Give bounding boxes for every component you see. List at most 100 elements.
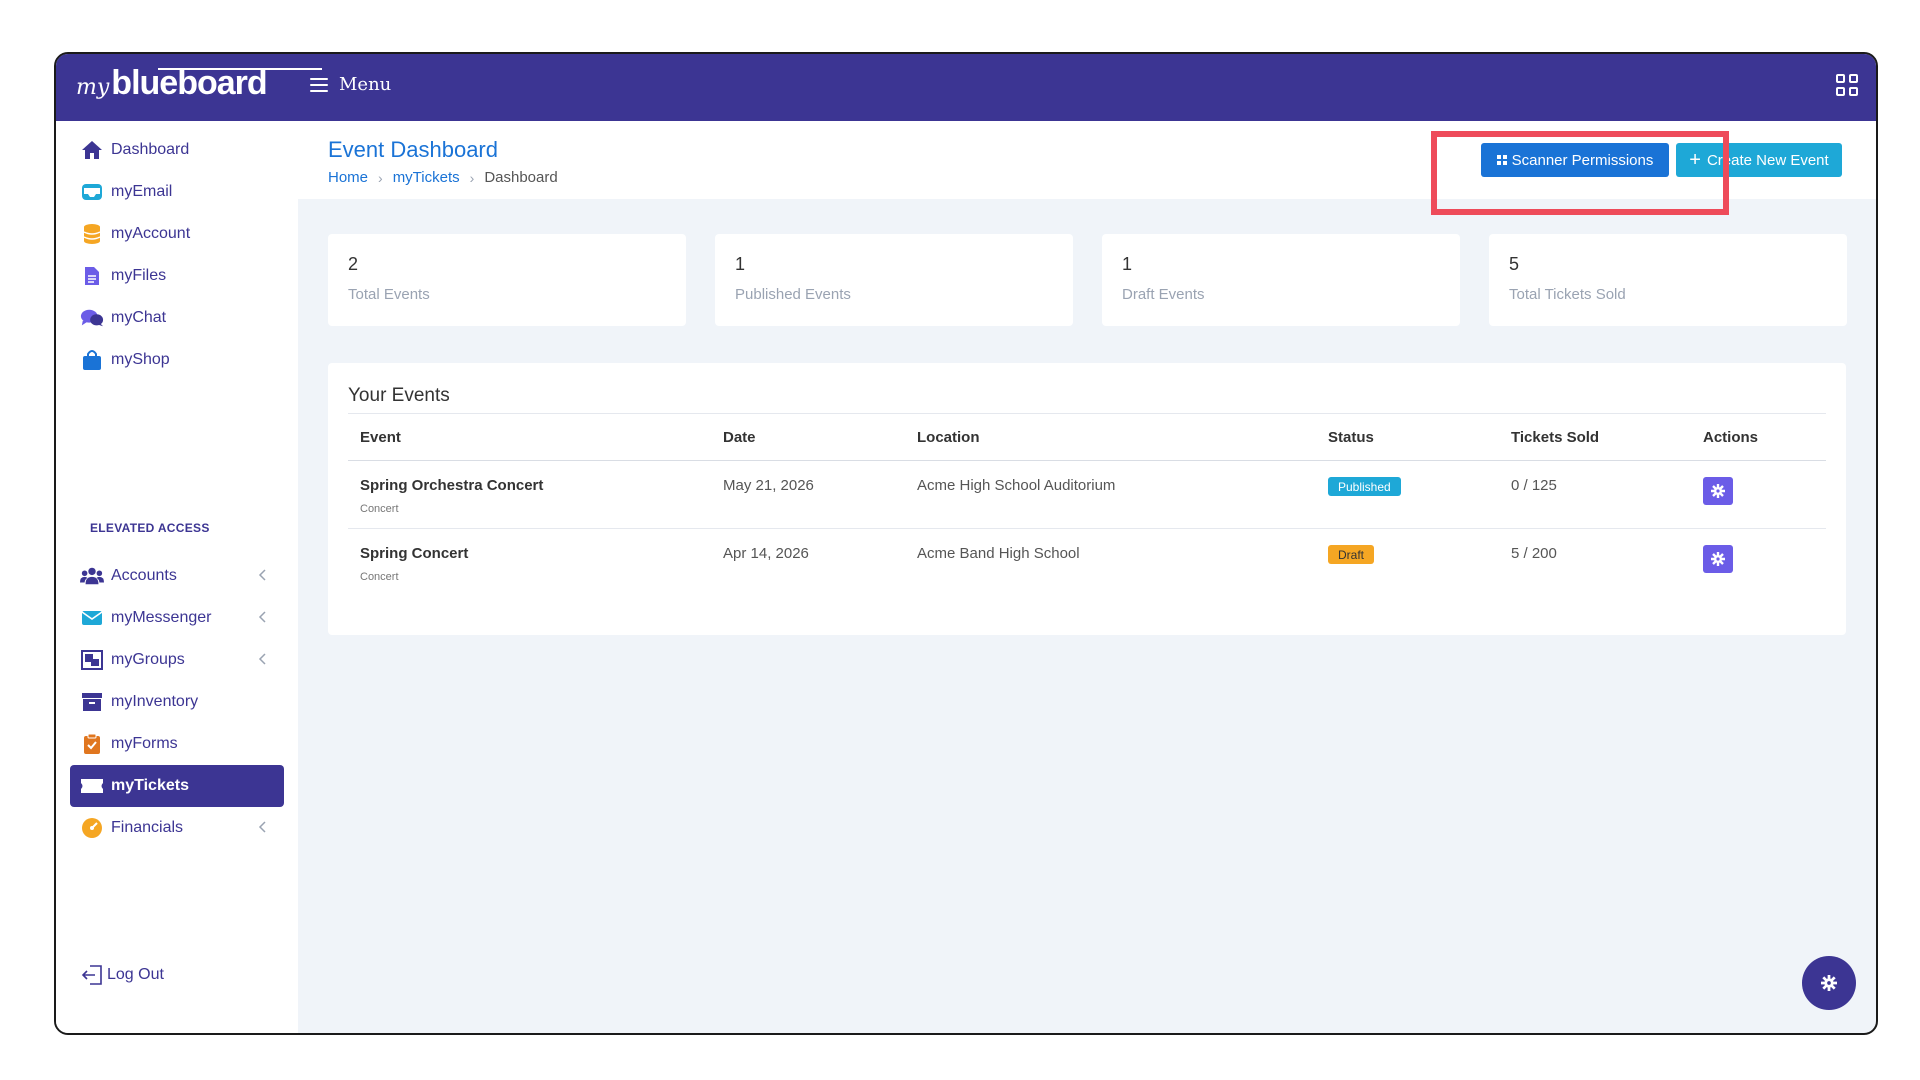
- event-category: Concert: [360, 503, 399, 515]
- chevron-left-icon: [258, 653, 266, 665]
- sidebar-item-label: Financials: [111, 819, 184, 836]
- plus-icon: +: [1689, 149, 1701, 171]
- column-header-actions: Actions: [1703, 429, 1759, 446]
- database-icon: [80, 222, 104, 246]
- event-settings-button[interactable]: [1703, 477, 1733, 505]
- sidebar-item-label: myInventory: [111, 693, 199, 710]
- sidebar-item-dashboard[interactable]: Dashboard: [70, 129, 284, 171]
- tickets-sold: 0 / 125: [1511, 477, 1557, 494]
- sidebar-item-label: Dashboard: [111, 141, 190, 158]
- sidebar-item-accounts[interactable]: Accounts: [70, 555, 284, 597]
- sidebar-item-label: myTickets: [111, 777, 189, 794]
- envelope-icon: [80, 606, 104, 630]
- event-name[interactable]: Spring Concert: [360, 545, 468, 562]
- sidebar-item-myforms[interactable]: myForms: [70, 723, 284, 765]
- table-row: Spring Concert Concert Apr 14, 2026 Acme…: [348, 529, 1826, 597]
- menu-label: Menu: [339, 74, 392, 95]
- breadcrumb-mytickets[interactable]: myTickets: [393, 169, 460, 186]
- stat-card-total-events: 2 Total Events: [328, 234, 686, 326]
- breadcrumb-home[interactable]: Home: [328, 169, 368, 186]
- sidebar-item-label: myChat: [111, 309, 167, 326]
- stat-value: 5: [1509, 254, 1520, 274]
- breadcrumb: Home › myTickets › Dashboard: [328, 169, 558, 186]
- gauge-icon: [80, 816, 104, 840]
- sidebar-item-label: myForms: [111, 735, 178, 752]
- breadcrumb-current: Dashboard: [484, 169, 558, 186]
- archive-icon: [80, 690, 104, 714]
- status-badge: Draft: [1328, 545, 1375, 564]
- sidebar-item-myshop[interactable]: myShop: [70, 339, 284, 381]
- page-title: Event Dashboard: [328, 137, 498, 162]
- sidebar-item-myfiles[interactable]: myFiles: [70, 255, 284, 297]
- scanner-permissions-label: Scanner Permissions: [1511, 151, 1654, 169]
- table-row: Spring Orchestra Concert Concert May 21,…: [348, 461, 1826, 529]
- sidebar-item-label: myFiles: [111, 267, 167, 284]
- floating-settings-button[interactable]: [1802, 956, 1856, 1010]
- event-name[interactable]: Spring Orchestra Concert: [360, 477, 543, 494]
- gear-icon: [1821, 975, 1837, 991]
- clipboard-check-icon: [80, 732, 104, 756]
- event-location: Acme High School Auditorium: [917, 477, 1116, 494]
- chevron-left-icon: [258, 569, 266, 581]
- apps-grid-icon[interactable]: [1836, 74, 1858, 96]
- sidebar-item-mychat[interactable]: myChat: [70, 297, 284, 339]
- sidebar-item-myinventory[interactable]: myInventory: [70, 681, 284, 723]
- event-location: Acme Band High School: [917, 545, 1080, 562]
- create-new-event-button[interactable]: + Create New Event: [1676, 143, 1842, 177]
- stat-value: 2: [348, 254, 359, 274]
- events-title: Your Events: [348, 385, 450, 406]
- top-bar: my blueboard Menu: [56, 54, 1876, 121]
- gear-icon: [1711, 484, 1725, 498]
- stat-label: Total Events: [348, 286, 430, 303]
- logout-button[interactable]: Log Out: [81, 964, 164, 986]
- stat-value: 1: [735, 254, 746, 274]
- ticket-icon: [80, 774, 104, 798]
- sidebar-item-label: myGroups: [111, 651, 185, 668]
- sidebar-item-mymessenger[interactable]: myMessenger: [70, 597, 284, 639]
- stat-card-draft-events: 1 Draft Events: [1102, 234, 1460, 326]
- stat-label: Published Events: [735, 286, 851, 303]
- event-date: Apr 14, 2026: [723, 545, 809, 562]
- stat-card-total-tickets-sold: 5 Total Tickets Sold: [1489, 234, 1847, 326]
- file-icon: [80, 264, 104, 288]
- grid-icon: [1496, 155, 1507, 165]
- logo-my: my: [76, 75, 110, 100]
- scanner-permissions-button[interactable]: Scanner Permissions: [1481, 143, 1669, 177]
- event-date: May 21, 2026: [723, 477, 814, 494]
- page-header: Event Dashboard Home › myTickets › Dashb…: [298, 121, 1876, 215]
- column-header-location: Location: [917, 429, 980, 446]
- sidebar-item-financials[interactable]: Financials: [70, 807, 284, 849]
- sidebar-item-label: Accounts: [111, 567, 177, 584]
- inbox-icon: [80, 180, 104, 204]
- sidebar-item-myemail[interactable]: myEmail: [70, 171, 284, 213]
- chevron-left-icon: [258, 611, 266, 623]
- hamburger-icon: [310, 77, 328, 92]
- logout-icon: [81, 965, 102, 985]
- home-icon: [80, 138, 104, 162]
- sidebar-item-myaccount[interactable]: myAccount: [70, 213, 284, 255]
- sidebar-item-mytickets[interactable]: myTickets: [70, 765, 284, 807]
- tickets-sold: 5 / 200: [1511, 545, 1557, 562]
- status-badge: Published: [1328, 477, 1401, 496]
- breadcrumb-separator-icon: ›: [469, 169, 475, 186]
- section-label-elevated-access: ELEVATED ACCESS: [90, 521, 210, 535]
- sidebar-item-label: myAccount: [111, 225, 191, 242]
- stat-label: Draft Events: [1122, 286, 1205, 303]
- breadcrumb-separator-icon: ›: [378, 169, 383, 186]
- sidebar-item-label: myEmail: [111, 183, 173, 200]
- logout-label: Log Out: [107, 966, 164, 983]
- stat-card-published-events: 1 Published Events: [715, 234, 1073, 326]
- shopping-bag-icon: [80, 348, 104, 372]
- menu-button[interactable]: Menu: [310, 74, 391, 95]
- stat-label: Total Tickets Sold: [1509, 286, 1626, 303]
- events-table-header: Event Date Location Status Tickets Sold …: [348, 413, 1826, 461]
- stat-value: 1: [1122, 254, 1133, 274]
- chevron-left-icon: [258, 821, 266, 833]
- event-settings-button[interactable]: [1703, 545, 1733, 573]
- users-icon: [80, 564, 104, 588]
- sidebar-item-label: myShop: [111, 351, 170, 368]
- column-header-tickets-sold: Tickets Sold: [1511, 429, 1600, 446]
- event-category: Concert: [360, 571, 399, 583]
- column-header-event: Event: [360, 429, 401, 446]
- sidebar-item-mygroups[interactable]: myGroups: [70, 639, 284, 681]
